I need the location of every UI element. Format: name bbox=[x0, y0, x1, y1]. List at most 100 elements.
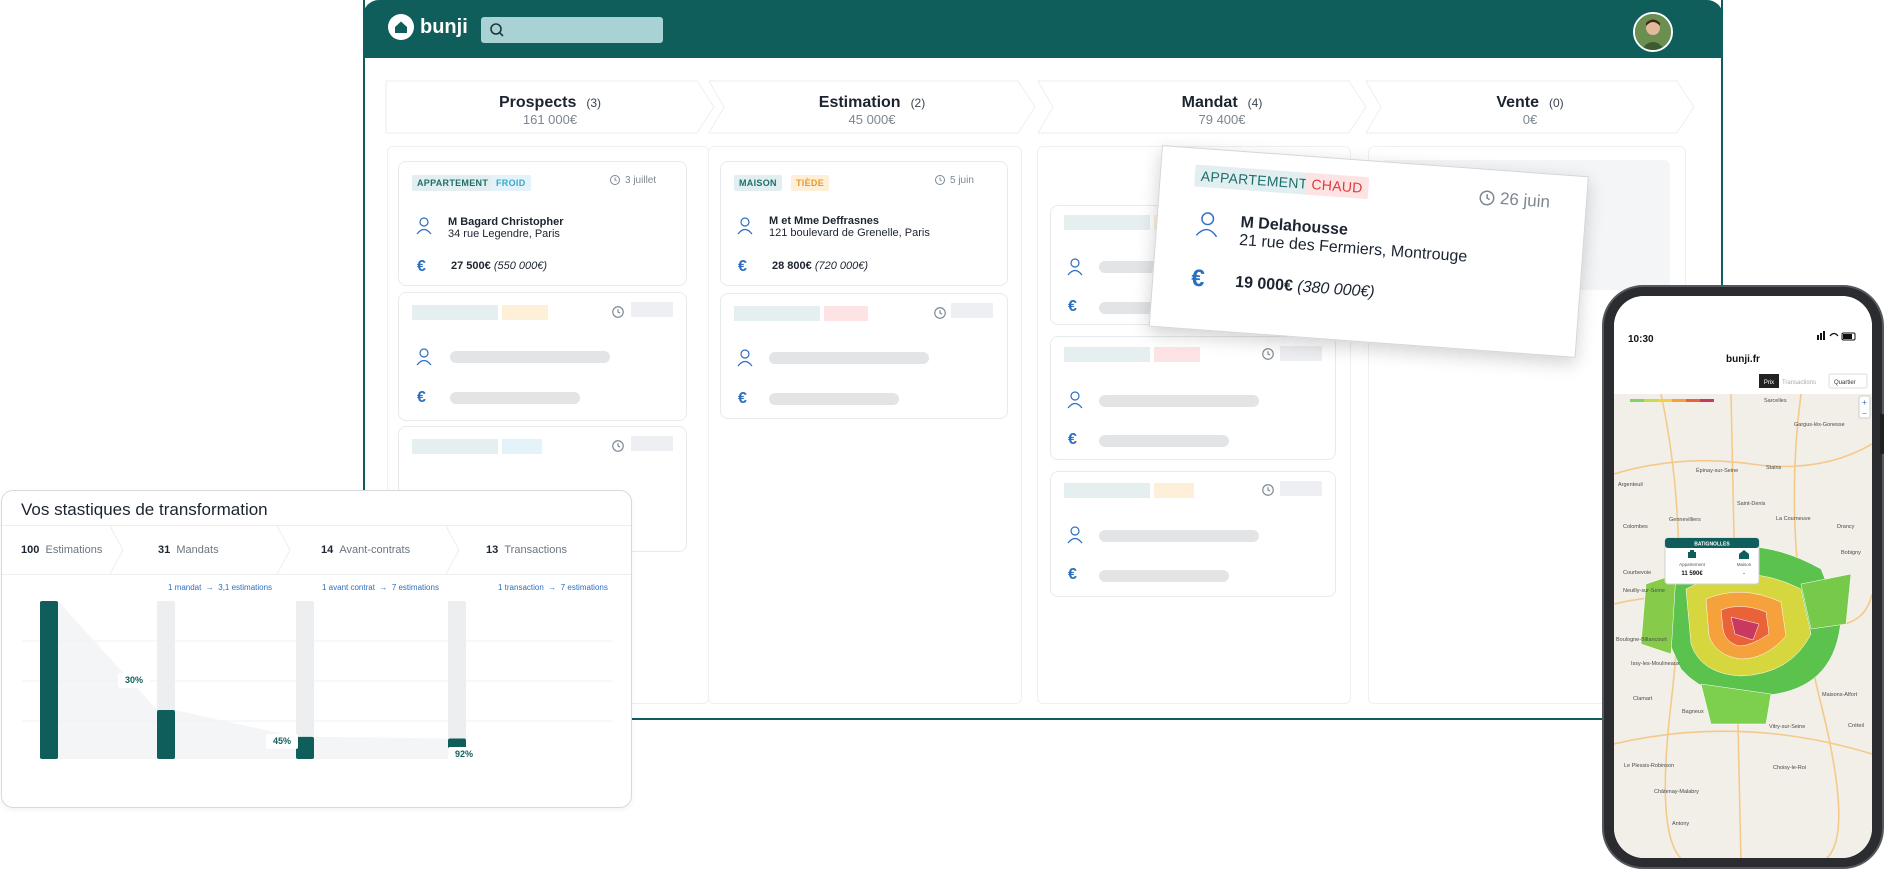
tag-placeholder bbox=[502, 305, 548, 320]
card-date-text: 5 juin bbox=[950, 174, 974, 186]
person-icon bbox=[1067, 391, 1083, 409]
deal-card-placeholder[interactable]: € bbox=[398, 292, 687, 421]
stage-amount: 45 000€ bbox=[848, 112, 896, 127]
euro-icon: € bbox=[417, 258, 426, 275]
stage-amount: 79 400€ bbox=[1198, 112, 1246, 127]
text-placeholder bbox=[1099, 530, 1259, 542]
person-icon bbox=[1195, 212, 1218, 238]
history-icon bbox=[934, 307, 946, 319]
card-date: 26 juin bbox=[1477, 187, 1551, 212]
bar-track bbox=[296, 601, 314, 759]
district-popup[interactable]: BATIGNOLLES Appartement Maison 11 590€ - bbox=[1664, 537, 1760, 585]
property-price: (550 000€) bbox=[493, 260, 548, 272]
funnel-bar bbox=[157, 710, 175, 759]
price-legend bbox=[1630, 399, 1714, 402]
place-label: Sarcelles bbox=[1764, 398, 1787, 404]
card-date-text: 3 juillet bbox=[625, 174, 657, 186]
history-icon bbox=[610, 175, 620, 185]
conversion-rate-label: 30% bbox=[125, 675, 143, 685]
tag-placeholder bbox=[824, 306, 868, 321]
euro-icon: € bbox=[1068, 298, 1077, 315]
property-type-tag: APPARTEMENT bbox=[412, 175, 494, 191]
card-date: 5 juin bbox=[934, 174, 974, 186]
place-label: Épinay-sur-Seine bbox=[1696, 467, 1738, 474]
tab-transactions[interactable]: Transactions bbox=[1782, 380, 1816, 386]
history-icon bbox=[1262, 348, 1274, 360]
history-icon bbox=[1479, 190, 1495, 206]
place-label: Clamart bbox=[1633, 696, 1653, 702]
euro-icon: € bbox=[738, 390, 747, 407]
search-input[interactable] bbox=[481, 17, 663, 43]
stage-mandat[interactable]: Mandat (4) 79 400€ bbox=[1037, 80, 1367, 134]
dragged-deal-card[interactable]: APPARTEMENT CHAUD 26 juin M Delahousse 21… bbox=[1148, 145, 1589, 358]
place-label: Gargus-lès-Gonesse bbox=[1794, 422, 1845, 428]
funnel-bar bbox=[40, 601, 58, 759]
deal-card[interactable]: APPARTEMENT FROID 3 juillet M Bagard Chr… bbox=[398, 161, 687, 286]
stage-title: Estimation bbox=[818, 94, 901, 111]
date-placeholder bbox=[631, 436, 673, 451]
deal-price: 19 000€ (380 000€) bbox=[1234, 274, 1376, 302]
person-icon bbox=[1067, 526, 1083, 544]
popup-col1: Appartement bbox=[1679, 562, 1706, 567]
zoom-out-icon[interactable]: − bbox=[1862, 409, 1867, 418]
stage-vente[interactable]: Vente (0) 0€ bbox=[1365, 80, 1695, 134]
tag-placeholder bbox=[1154, 483, 1194, 498]
history-icon bbox=[1262, 484, 1274, 496]
popup-col2: Maison bbox=[1737, 562, 1752, 567]
popup-col1-value: 11 590€ bbox=[1681, 571, 1703, 577]
stage-amount: 0€ bbox=[1522, 112, 1538, 127]
zoom-in-icon[interactable]: + bbox=[1862, 398, 1867, 407]
place-label: Bagneux bbox=[1682, 709, 1704, 715]
place-label: Colombes bbox=[1623, 524, 1648, 530]
stage-estimation[interactable]: Estimation (2) 45 000€ bbox=[708, 80, 1036, 134]
place-label: Créteil bbox=[1848, 723, 1864, 729]
deal-card-placeholder[interactable]: € bbox=[1050, 336, 1336, 460]
client-name: M et Mme Deffrasnes bbox=[769, 215, 880, 227]
place-label: Saint-Denis bbox=[1737, 501, 1766, 507]
place-label: Argenteuil bbox=[1618, 482, 1643, 488]
date-placeholder bbox=[631, 302, 673, 317]
deal-fee: 27 500€ bbox=[451, 260, 491, 272]
text-placeholder bbox=[450, 351, 610, 363]
stage-count: (2) bbox=[910, 96, 926, 110]
tag-placeholder bbox=[1064, 215, 1150, 230]
tag-placeholder bbox=[1064, 347, 1150, 362]
deal-price: 28 800€ (720 000€) bbox=[772, 260, 868, 272]
popup-title: BATIGNOLLES bbox=[1694, 542, 1730, 548]
stage-amount: 161 000€ bbox=[522, 112, 578, 127]
conversion-stats-panel: Vos stastiques de transformation 100 Est… bbox=[1, 490, 632, 808]
place-label: Gennevilliers bbox=[1669, 517, 1701, 523]
text-placeholder bbox=[450, 392, 580, 404]
client-name: M Bagard Christopher bbox=[448, 216, 564, 228]
stage-count: (4) bbox=[1247, 96, 1263, 110]
deal-card[interactable]: MAISON TIÈDE 5 juin M et Mme Deffrasnes 1… bbox=[720, 161, 1008, 286]
property-price: (720 000€) bbox=[814, 260, 869, 272]
client-info: M Bagard Christopher 34 rue Legendre, Par… bbox=[448, 216, 564, 240]
euro-icon: € bbox=[1068, 431, 1077, 448]
place-label: Boulogne-Billancourt bbox=[1616, 637, 1667, 643]
client-info: M Delahousse 21 rue des Fermiers, Montrou… bbox=[1239, 214, 1470, 267]
person-icon bbox=[737, 349, 753, 367]
user-avatar[interactable] bbox=[1633, 12, 1673, 52]
card-date-text: 26 juin bbox=[1499, 188, 1551, 212]
deal-fee: 28 800€ bbox=[772, 260, 812, 272]
stage-prospects[interactable]: Prospects (3) 161 000€ bbox=[385, 80, 715, 134]
place-label: La Courneuve bbox=[1776, 516, 1811, 522]
place-label: Choisy-le-Roi bbox=[1773, 765, 1806, 771]
tab-prix-label: Prix bbox=[1764, 380, 1774, 386]
deal-card-placeholder[interactable]: € bbox=[1050, 471, 1336, 597]
client-info: M et Mme Deffrasnes 121 boulevard de Gren… bbox=[769, 215, 930, 239]
place-label: Vitry-sur-Seine bbox=[1769, 724, 1805, 730]
brand-logo[interactable]: bunji bbox=[388, 14, 468, 40]
place-label: Courbevoie bbox=[1623, 570, 1651, 576]
house-icon bbox=[388, 14, 414, 40]
stage-count: (3) bbox=[586, 96, 602, 110]
history-icon bbox=[612, 440, 624, 452]
stage-title: Prospects bbox=[498, 94, 577, 111]
tag-placeholder bbox=[1064, 483, 1150, 498]
client-address: 34 rue Legendre, Paris bbox=[448, 228, 560, 240]
conversion-rate-label: 92% bbox=[455, 749, 473, 759]
deal-card-placeholder[interactable]: € bbox=[720, 293, 1008, 419]
temperature-tag: CHAUD bbox=[1304, 172, 1370, 200]
date-placeholder bbox=[951, 303, 993, 318]
